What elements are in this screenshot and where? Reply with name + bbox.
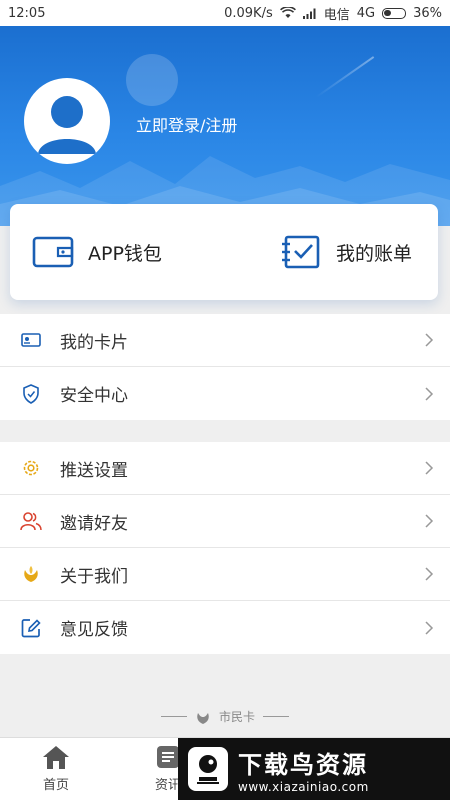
divider [263, 716, 289, 717]
menu-label: 安全中心 [60, 386, 128, 406]
menu-label: 关于我们 [60, 566, 128, 587]
signal-icon [302, 8, 316, 19]
logo-icon [20, 563, 42, 585]
menu-label: 我的卡片 [60, 332, 128, 353]
status-time: 12:05 [8, 5, 46, 21]
moon-decoration [126, 54, 178, 106]
edit-icon [20, 617, 42, 639]
wallet-bill-card: APP钱包 我的账单 [10, 204, 438, 300]
footer-brand: 市民卡 [0, 708, 450, 725]
tab-home[interactable]: 首页 [0, 738, 112, 800]
brand-logo-icon [197, 712, 209, 724]
chevron-right-icon [425, 567, 434, 581]
menu-group-settings: 推送设置 邀请好友 关于我们 意见反馈 [0, 442, 450, 654]
divider [160, 716, 187, 717]
menu-item-feedback[interactable]: 意见反馈 [0, 601, 450, 654]
brand-text: 市民卡 [218, 710, 255, 724]
battery-icon [382, 7, 407, 19]
home-icon [43, 746, 69, 769]
watermark-logo-icon [188, 747, 228, 791]
menu-item-security-center[interactable]: 安全中心 [0, 367, 450, 420]
status-network: 4G [356, 5, 376, 21]
card-icon [20, 329, 42, 351]
menu-group-account: 我的卡片 安全中心 [0, 314, 450, 420]
my-bill-label: 我的账单 [335, 242, 412, 265]
meteor-decoration [315, 56, 375, 98]
menu-item-invite-friends[interactable]: 邀请好友 [0, 495, 450, 548]
watermark-url: www.xiazainiao.com [238, 779, 369, 794]
status-carrier: 电信 [323, 7, 350, 23]
shield-icon [20, 383, 42, 405]
my-bill-button[interactable]: 我的账单 [224, 204, 438, 300]
watermark-title: 下载鸟资源 [238, 750, 368, 779]
chevron-right-icon [425, 620, 434, 635]
status-speed: 0.09K/s [224, 5, 273, 21]
menu-item-push-settings[interactable]: 推送设置 [0, 442, 450, 495]
app-wallet-button[interactable]: APP钱包 [10, 204, 224, 300]
chevron-right-icon [425, 514, 434, 528]
menu-item-about-us[interactable]: 关于我们 [0, 548, 450, 601]
status-bar: 12:05 0.09K/s 电信 4G 36% [0, 0, 450, 26]
tab-label: 首页 [42, 778, 69, 793]
status-battery: 36% [413, 5, 442, 21]
login-register-link[interactable]: 立即登录/注册 [136, 112, 237, 136]
menu-label: 推送设置 [60, 460, 128, 481]
gear-icon [20, 457, 42, 479]
chevron-right-icon [425, 386, 434, 401]
chevron-right-icon [425, 461, 434, 475]
chevron-right-icon [425, 333, 434, 347]
app-wallet-label: APP钱包 [88, 242, 162, 265]
menu-label: 邀请好友 [60, 513, 128, 534]
bill-icon [281, 235, 320, 269]
avatar[interactable] [24, 78, 110, 164]
watermark-banner: 下载鸟资源 www.xiazainiao.com [178, 738, 450, 800]
wifi-icon [279, 7, 296, 18]
watermark-text: 下载鸟资源 www.xiazainiao.com [238, 745, 369, 794]
user-icon [38, 96, 96, 154]
profile-header: 立即登录/注册 [0, 26, 450, 226]
people-icon [20, 510, 42, 532]
menu-item-my-cards[interactable]: 我的卡片 [0, 314, 450, 367]
wallet-icon [32, 236, 74, 268]
status-right: 0.09K/s 电信 4G 36% [224, 4, 442, 23]
menu-label: 意见反馈 [60, 620, 128, 640]
